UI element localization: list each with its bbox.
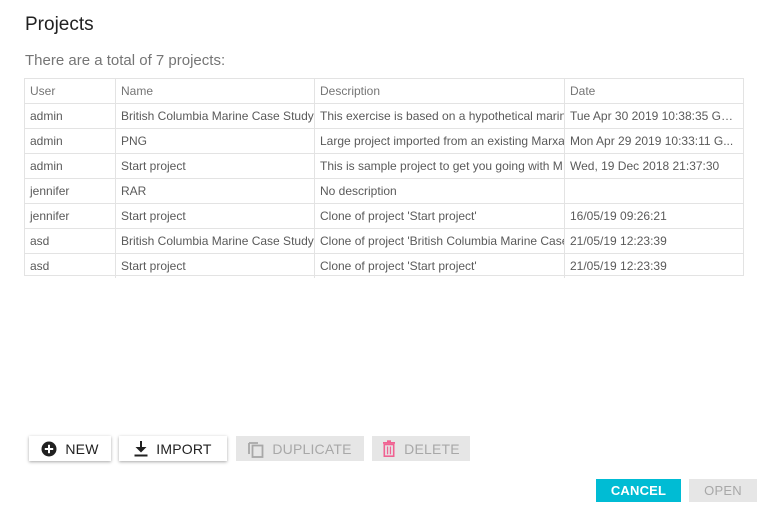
cell-date [564, 179, 743, 203]
table-row[interactable]: admin Start project This is sample proje… [25, 154, 743, 179]
cell-date: Wed, 19 Dec 2018 21:37:30 [564, 154, 743, 178]
table-row[interactable]: jennifer Start project Clone of project … [25, 204, 743, 229]
copy-icon [248, 440, 264, 458]
cell-description: Large project imported from an existing … [314, 129, 564, 153]
cell-date: Mon Apr 29 2019 10:33:11 G... [564, 129, 743, 153]
table-row[interactable]: jennifer RAR No description [25, 179, 743, 204]
cancel-button[interactable]: CANCEL [596, 479, 681, 502]
new-button-label: NEW [65, 440, 99, 457]
new-button[interactable]: NEW [29, 436, 111, 461]
cell-description: Clone of project 'Start project' [314, 204, 564, 228]
download-icon [134, 440, 148, 457]
cell-name: Start project [115, 154, 314, 178]
duplicate-button-label: DUPLICATE [272, 440, 352, 457]
column-header-date[interactable]: Date [564, 79, 743, 103]
cell-description: No description [314, 179, 564, 203]
cell-user: admin [30, 134, 63, 148]
column-header-description[interactable]: Description [314, 79, 564, 103]
column-header-name[interactable]: Name [115, 79, 314, 103]
cell-date: 16/05/19 09:26:21 [564, 204, 743, 228]
cell-description: Clone of project 'British Columbia Marin… [314, 229, 564, 253]
dialog-title: Projects [25, 14, 94, 35]
table-row[interactable]: asd British Columbia Marine Case Study C… [25, 229, 743, 254]
projects-count-text: There are a total of 7 projects: [25, 52, 226, 69]
cell-date: 21/05/19 12:23:39 [564, 229, 743, 253]
cell-user: asd [30, 259, 50, 273]
cell-user: admin [30, 159, 63, 173]
cell-description: Clone of project 'Start project' [314, 254, 564, 278]
cell-date: Tue Apr 30 2019 10:38:35 GM... [564, 104, 743, 128]
cell-name: RAR [115, 179, 314, 203]
cell-name: British Columbia Marine Case Study [115, 229, 314, 253]
table-row[interactable]: admin British Columbia Marine Case Study… [25, 104, 743, 129]
duplicate-button[interactable]: DUPLICATE [236, 436, 364, 461]
add-circle-icon [41, 441, 57, 457]
cell-date: 21/05/19 12:23:39 [564, 254, 743, 278]
trash-icon [382, 440, 396, 457]
cell-description: This exercise is based on a hypothetical… [314, 104, 564, 128]
cell-user: jennifer [30, 184, 70, 198]
cell-name: Start project [115, 204, 314, 228]
cell-name: Start project [115, 254, 314, 278]
cell-name: British Columbia Marine Case Study [115, 104, 314, 128]
import-button-label: IMPORT [156, 440, 212, 457]
cell-user: admin [30, 109, 63, 123]
cell-description: This is sample project to get you going … [314, 154, 564, 178]
delete-button-label: DELETE [404, 440, 460, 457]
table-row[interactable]: admin PNG Large project imported from an… [25, 129, 743, 154]
column-header-user[interactable]: User [25, 79, 115, 103]
cell-name: PNG [115, 129, 314, 153]
table-header: User Name Description Date [25, 79, 743, 104]
open-button[interactable]: OPEN [689, 479, 757, 502]
delete-button[interactable]: DELETE [372, 436, 470, 461]
table-row[interactable]: asd Start project Clone of project 'Star… [25, 254, 743, 279]
import-button[interactable]: IMPORT [119, 436, 227, 461]
projects-dialog: Projects There are a total of 7 projects… [0, 0, 769, 510]
cell-user: asd [30, 234, 50, 248]
cell-user: jennifer [30, 209, 70, 223]
projects-table: User Name Description Date admin British… [24, 78, 744, 279]
